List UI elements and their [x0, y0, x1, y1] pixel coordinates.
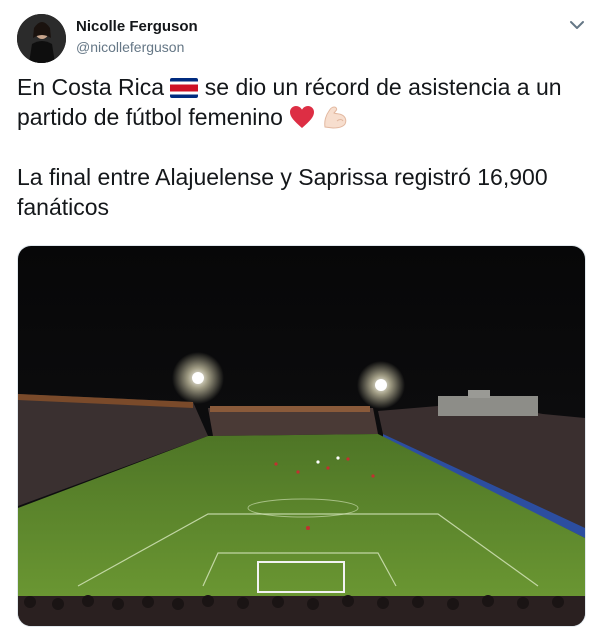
costa-rica-flag-icon	[170, 78, 199, 98]
author-handle[interactable]: @nicolleferguson	[76, 39, 184, 55]
tweet-text-costa-rica: En Costa Rica	[17, 74, 165, 100]
tweet-line-4: fanáticos	[17, 194, 110, 220]
red-heart-icon	[290, 106, 315, 128]
avatar-photo	[17, 14, 66, 63]
tweet-line-1: En Costa Rica se dio un récord de asiste…	[17, 72, 582, 102]
author-name[interactable]: Nicolle Ferguson	[76, 18, 198, 35]
tweet-line-2: partido de fútbol femenino	[17, 102, 582, 132]
tweet-card[interactable]: Nicolle Ferguson @nicolleferguson En Cos…	[0, 0, 597, 631]
chevron-down-icon[interactable]	[568, 16, 586, 34]
tweet-text-partido: partido de fútbol femenino	[17, 104, 283, 130]
tweet-text: En Costa Rica se dio un récord de asiste…	[17, 72, 582, 222]
stadium-photo	[18, 246, 585, 626]
tweet-photo[interactable]	[17, 245, 586, 627]
flexed-biceps-icon	[324, 106, 347, 129]
tweet-text-record: se dio un récord de asistencia a un	[204, 74, 562, 100]
avatar[interactable]	[17, 14, 66, 63]
tweet-line-3: La final entre Alajuelense y Saprissa re…	[17, 164, 548, 190]
